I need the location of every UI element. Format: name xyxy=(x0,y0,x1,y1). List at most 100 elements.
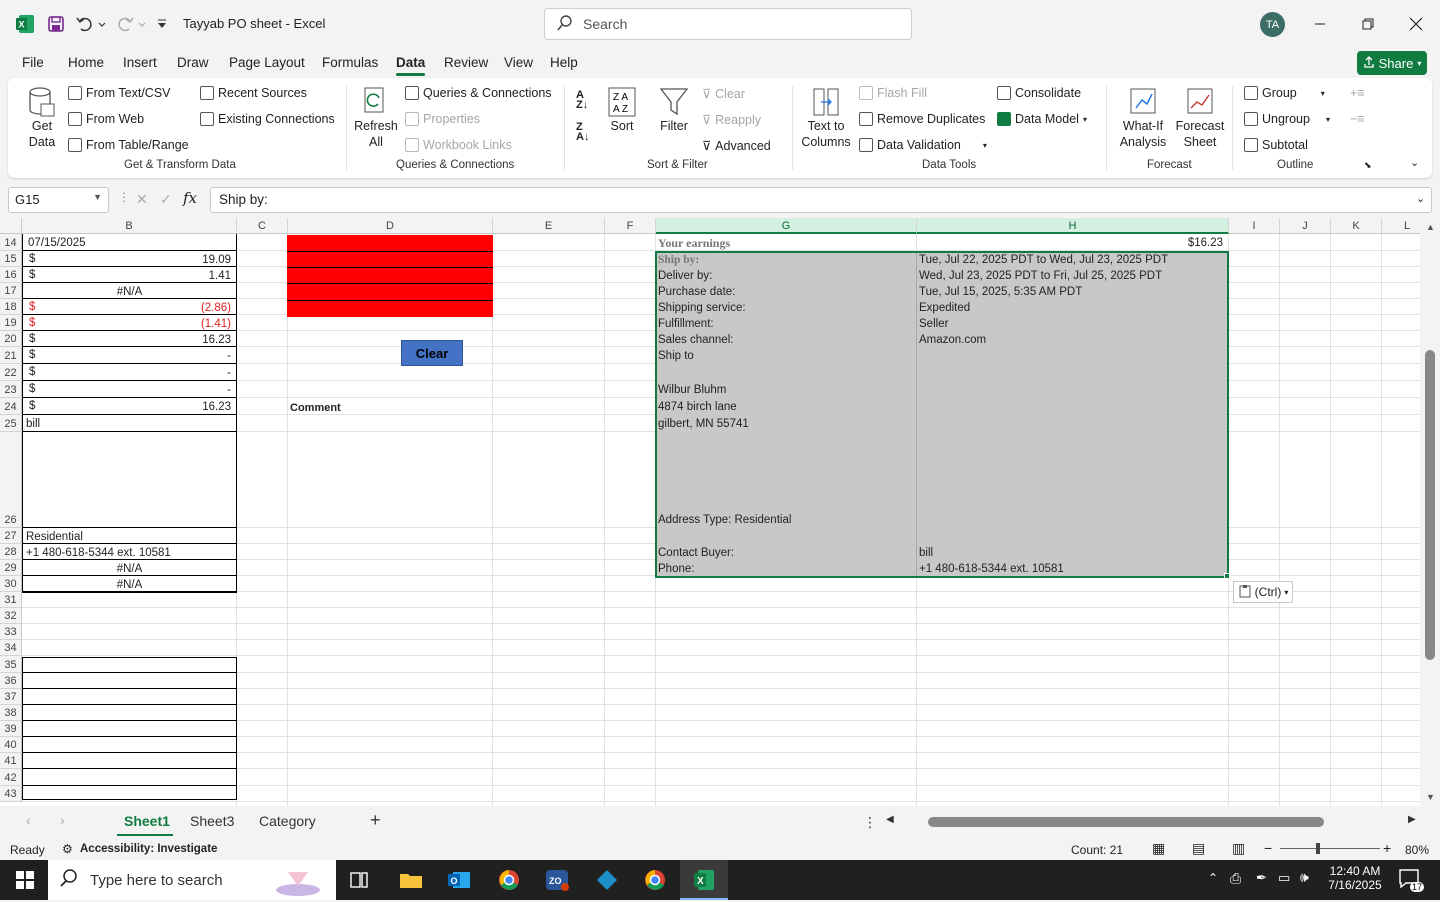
cell-b21[interactable]: - xyxy=(150,349,234,364)
from-text-csv-button[interactable]: From Text/CSV xyxy=(68,86,171,100)
row-header-27[interactable]: 27 xyxy=(0,528,22,544)
save-icon[interactable] xyxy=(46,14,66,34)
data-model-button[interactable]: Data Model ▾ xyxy=(997,112,1087,126)
cell-h20[interactable]: Amazon.com xyxy=(916,333,989,348)
restore-button[interactable] xyxy=(1356,12,1380,36)
col-header-f[interactable]: F xyxy=(605,218,656,234)
row-header-33[interactable]: 33 xyxy=(0,624,22,640)
from-table-range-button[interactable]: From Table/Range xyxy=(68,138,189,152)
tab-category[interactable]: Category xyxy=(259,813,316,829)
menu-review[interactable]: Review xyxy=(444,55,488,70)
cell-g29[interactable]: Phone: xyxy=(655,562,697,577)
app-icon-diamond[interactable] xyxy=(592,866,622,894)
redo-icon[interactable] xyxy=(114,14,148,34)
col-header-j[interactable]: J xyxy=(1280,218,1331,234)
advanced-filter-button[interactable]: ⊽ Advanced xyxy=(702,138,771,154)
cell-b22[interactable]: - xyxy=(150,366,234,381)
row-header-23[interactable]: 23 xyxy=(0,381,22,398)
row-header-42[interactable]: 42 xyxy=(0,769,22,786)
row-header-29[interactable]: 29 xyxy=(0,560,22,576)
select-all-corner[interactable] xyxy=(0,218,22,234)
clear-filter-button[interactable]: ⊽ Clear xyxy=(702,86,745,102)
zoom-in-icon[interactable]: + xyxy=(1383,840,1391,856)
filter-button[interactable]: Filter xyxy=(656,86,692,134)
tab-split-icon[interactable]: ⋮ xyxy=(863,814,877,831)
menu-draw[interactable]: Draw xyxy=(177,55,209,70)
network-icon[interactable]: ▭ xyxy=(1278,870,1290,886)
volume-icon[interactable]: 🕪 xyxy=(1300,869,1309,886)
notifications-icon[interactable]: 17 xyxy=(1398,868,1424,892)
printer-icon[interactable]: ⎙ xyxy=(1230,870,1241,887)
cell-h16[interactable]: Wed, Jul 23, 2025 PDT to Fri, Jul 25, 20… xyxy=(916,269,1165,284)
cell-d24-comment[interactable]: Comment xyxy=(287,401,344,416)
share-button[interactable]: Share ▾ xyxy=(1357,51,1427,75)
col-header-g[interactable]: G xyxy=(656,218,917,234)
accessibility-status[interactable]: Accessibility: Investigate xyxy=(80,843,217,855)
cancel-icon[interactable]: ✕ xyxy=(136,191,148,208)
red-filled-cells[interactable] xyxy=(287,235,493,317)
get-data-button[interactable]: Get Data xyxy=(24,86,60,150)
cell-b25[interactable]: bill xyxy=(23,417,43,432)
cell-b23[interactable]: - xyxy=(150,383,234,398)
tab-sheet3[interactable]: Sheet3 xyxy=(190,813,234,829)
cell-g17[interactable]: Purchase date: xyxy=(655,285,738,300)
outline-dialog-launcher-icon[interactable]: ⬊ xyxy=(1364,160,1372,171)
existing-connections-button[interactable]: Existing Connections xyxy=(200,112,335,126)
cell-g28[interactable]: Contact Buyer: xyxy=(655,546,737,561)
row-header-41[interactable]: 41 xyxy=(0,753,22,769)
windows-start-icon[interactable] xyxy=(10,866,40,894)
cell-h19[interactable]: Seller xyxy=(916,317,951,332)
consolidate-button[interactable]: Consolidate xyxy=(997,86,1081,100)
prev-sheet-icon[interactable]: ‹ xyxy=(26,812,31,828)
page-break-view-icon[interactable]: ▥ xyxy=(1232,840,1245,857)
row-header-36[interactable]: 36 xyxy=(0,673,22,689)
row-header-25[interactable]: 25 xyxy=(0,415,22,432)
cell-g19[interactable]: Fulfillment: xyxy=(655,317,717,332)
col-header-c[interactable]: C xyxy=(237,218,288,234)
subtotal-button[interactable]: Subtotal xyxy=(1244,138,1308,152)
cell-b24[interactable]: 16.23 xyxy=(150,400,234,415)
col-header-k[interactable]: K xyxy=(1331,218,1382,234)
cell-g24[interactable]: 4874 birch lane xyxy=(655,400,740,415)
row-header-34[interactable]: 34 xyxy=(0,640,22,656)
horizontal-scroll-thumb[interactable] xyxy=(928,817,1324,827)
add-sheet-icon[interactable]: + xyxy=(370,810,381,831)
row-header-24[interactable]: 24 xyxy=(0,398,22,415)
row-header-15[interactable]: 15 xyxy=(0,251,22,267)
menu-help[interactable]: Help xyxy=(550,55,578,70)
menu-file[interactable]: File xyxy=(22,55,44,70)
tray-chevron-icon[interactable]: ⌃ xyxy=(1208,871,1218,885)
col-header-d[interactable]: D xyxy=(288,218,493,234)
file-explorer-icon[interactable] xyxy=(396,866,426,894)
page-layout-view-icon[interactable]: ▤ xyxy=(1192,840,1205,857)
row-header-40[interactable]: 40 xyxy=(0,737,22,753)
sort-asc-button[interactable]: A Z↓ xyxy=(576,90,588,111)
task-view-icon[interactable] xyxy=(344,866,374,894)
cell-h18[interactable]: Expedited xyxy=(916,301,973,316)
collapse-ribbon-icon[interactable]: ⌄ xyxy=(1410,156,1419,169)
undo-icon[interactable] xyxy=(74,14,108,34)
row-header-18[interactable]: 18 xyxy=(0,299,22,315)
col-header-i[interactable]: I xyxy=(1229,218,1280,234)
insert-function-icon[interactable]: fx xyxy=(183,189,197,207)
chrome-profile-icon[interactable] xyxy=(640,866,670,894)
forecast-sheet-button[interactable]: Forecast Sheet xyxy=(1174,86,1226,150)
cell-g14[interactable]: Your earnings xyxy=(655,236,733,251)
scroll-left-icon[interactable]: ◀ xyxy=(886,814,894,825)
cell-g16[interactable]: Deliver by: xyxy=(655,269,715,284)
zoom-slider-thumb[interactable] xyxy=(1316,843,1320,854)
zoom-slider[interactable] xyxy=(1280,848,1380,849)
vertical-scrollbar[interactable]: ▲ ▼ xyxy=(1420,218,1440,806)
cell-b14[interactable]: 07/15/2025 xyxy=(25,236,89,251)
row-header-28[interactable]: 28 xyxy=(0,544,22,560)
zoom-level[interactable]: 80% xyxy=(1405,843,1429,857)
row-header-38[interactable]: 38 xyxy=(0,705,22,721)
menu-formulas[interactable]: Formulas xyxy=(322,55,378,70)
clear-button[interactable]: Clear xyxy=(401,340,463,366)
row-header-37[interactable]: 37 xyxy=(0,689,22,705)
tab-sheet1[interactable]: Sheet1 xyxy=(124,813,170,829)
cell-h29[interactable]: +1 480-618-5344 ext. 10581 xyxy=(916,562,1067,577)
cell-g26[interactable]: Address Type: Residential xyxy=(655,513,794,528)
search-box[interactable]: Search xyxy=(544,8,912,40)
row-header-14[interactable]: 14 xyxy=(0,234,22,251)
